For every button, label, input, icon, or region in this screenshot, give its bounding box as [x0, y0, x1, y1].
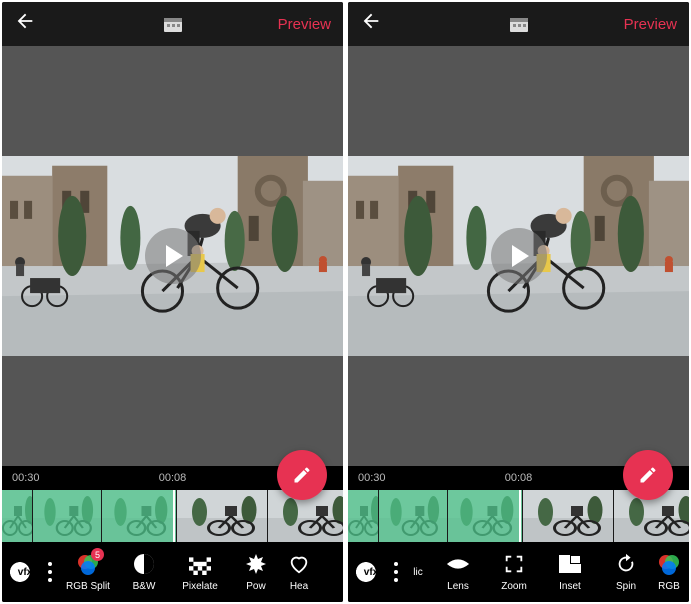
top-bar: Preview [2, 2, 343, 46]
more-icon[interactable] [394, 562, 398, 582]
inset-icon [558, 552, 582, 576]
duration-label: 00:30 [358, 472, 386, 484]
video-preview [2, 46, 343, 466]
effect-pixelate[interactable]: Pixelate [172, 542, 228, 602]
preview-button[interactable]: Preview [278, 16, 331, 33]
position-label: 00:08 [505, 472, 533, 484]
preview-button[interactable]: Preview [624, 16, 677, 33]
back-button[interactable] [360, 10, 382, 38]
lens-icon [446, 552, 470, 576]
play-icon [512, 245, 529, 267]
effect-heart-partial[interactable]: Hea [284, 542, 314, 602]
edit-fab[interactable] [277, 450, 327, 500]
heart-icon [287, 552, 311, 576]
editor-screen-right: Preview 00:30 00:08 vfx [348, 2, 689, 602]
pow-icon [244, 552, 268, 576]
effect-pow[interactable]: Pow [228, 542, 284, 602]
project-icon[interactable] [508, 14, 530, 34]
back-button[interactable] [14, 10, 36, 38]
effect-spin[interactable]: Spin [598, 542, 654, 602]
position-label: 00:08 [159, 472, 187, 484]
playhead[interactable] [173, 490, 175, 542]
effect-bw[interactable]: B&W [116, 542, 172, 602]
badge: 5 [91, 548, 104, 561]
play-button[interactable] [491, 228, 547, 284]
effect-rgb-split[interactable]: RGB Split 5 [60, 542, 116, 602]
effect-inset[interactable]: Inset [542, 542, 598, 602]
more-icon[interactable] [48, 562, 52, 582]
pencil-icon [638, 465, 658, 485]
effect-lens[interactable]: Lens [430, 542, 486, 602]
pencil-icon [292, 465, 312, 485]
effect-lic-partial[interactable]: lic [406, 542, 430, 602]
edit-fab[interactable] [623, 450, 673, 500]
vfx-menu-button[interactable]: vfx [354, 555, 388, 589]
effects-toolbar: vfx lic Lens Zoom [348, 542, 689, 602]
effects-toolbar: vfx RGB Split 5 B&W [2, 542, 343, 602]
effect-zoom[interactable]: Zoom [486, 542, 542, 602]
video-preview [348, 46, 689, 466]
bw-icon [132, 552, 156, 576]
project-icon[interactable] [162, 14, 184, 34]
pixelate-icon [188, 552, 212, 576]
rgb-icon [657, 552, 681, 576]
editor-screen-left: Preview 00:30 00:08 vfx [2, 2, 343, 602]
duration-label: 00:30 [12, 472, 40, 484]
spin-icon [614, 552, 638, 576]
vfx-menu-button[interactable]: vfx [8, 555, 42, 589]
play-icon [166, 245, 183, 267]
play-button[interactable] [145, 228, 201, 284]
top-bar: Preview [348, 2, 689, 46]
zoom-icon [502, 552, 526, 576]
effect-rgb-partial[interactable]: RGB [654, 542, 684, 602]
playhead[interactable] [519, 490, 521, 542]
